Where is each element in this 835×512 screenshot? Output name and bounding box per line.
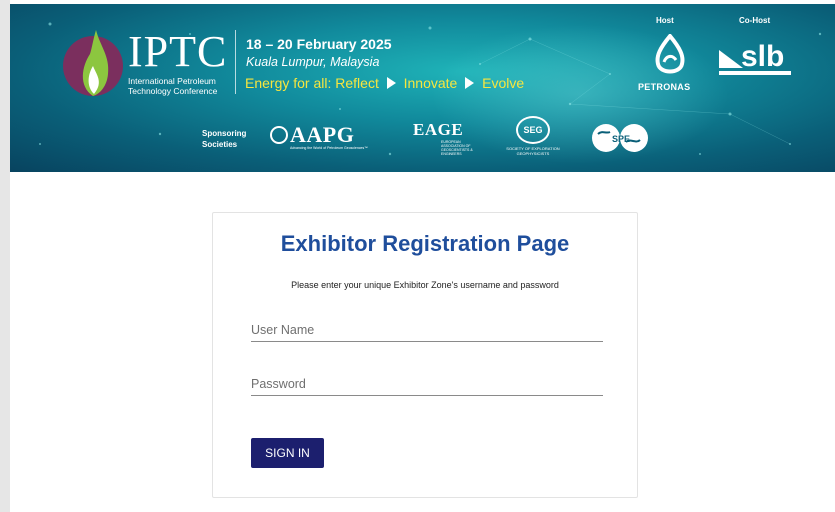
seg-name: SEG xyxy=(516,116,550,144)
event-date: 18 – 20 February 2025 xyxy=(246,36,392,52)
spe-logo: SPE xyxy=(592,124,648,152)
eage-tagline: EUROPEAN ASSOCIATION OF GEOSCIENTISTS & … xyxy=(441,140,473,156)
tagline-part-2: Innovate xyxy=(403,75,458,91)
petronas-wordmark: PETRONAS xyxy=(638,82,691,92)
spe-name: SPE xyxy=(612,134,630,144)
aapg-name: AAPG xyxy=(290,122,355,147)
aapg-tagline: Advancing the World of Petroleum Geoscie… xyxy=(290,146,368,150)
seg-tagline: SOCIETY OF EXPLORATION GEOPHYSICISTS xyxy=(506,146,560,156)
slb-wordmark: slb xyxy=(741,40,784,73)
tagline-part-3: Evolve xyxy=(482,75,525,91)
iptc-logo-subtitle: International Petroleum Technology Confe… xyxy=(128,76,218,96)
login-card: Exhibitor Registration Page Please enter… xyxy=(212,212,638,498)
iptc-flame-icon xyxy=(63,30,123,96)
petronas-logo-icon xyxy=(655,34,685,74)
username-input[interactable] xyxy=(251,318,603,342)
iptc-logo-text: IPTC xyxy=(128,27,228,76)
host-label: Host xyxy=(656,16,674,25)
event-banner: IPTC International Petroleum Technology … xyxy=(10,4,835,172)
tagline-part-1: Energy for all: Reflect xyxy=(245,75,379,91)
eage-name: EAGE xyxy=(413,120,464,139)
sign-in-button[interactable]: SIGN IN xyxy=(251,438,324,468)
seg-logo: SEG SOCIETY OF EXPLORATION GEOPHYSICISTS xyxy=(498,116,568,156)
event-tagline: Energy for all: Reflect Innovate Evolve xyxy=(245,75,524,91)
cohost-label: Co-Host xyxy=(739,16,771,25)
page-title: Exhibitor Registration Page xyxy=(280,231,570,256)
sponsoring-societies-label: Sponsoring Societies xyxy=(202,129,247,149)
slb-logo: slb xyxy=(719,40,791,75)
password-input[interactable] xyxy=(251,372,603,396)
chevron-right-icon xyxy=(386,77,396,89)
eage-logo: EAGE EUROPEAN ASSOCIATION OF GEOSCIENTIS… xyxy=(413,120,481,156)
page: IPTC International Petroleum Technology … xyxy=(10,0,835,512)
event-location: Kuala Lumpur, Malaysia xyxy=(246,55,380,69)
aapg-badge-icon xyxy=(270,126,288,144)
banner-divider xyxy=(235,30,236,94)
login-instructions: Please enter your unique Exhibitor Zone'… xyxy=(291,280,559,290)
chevron-right-icon xyxy=(465,77,475,89)
aapg-logo: AAPG Advancing the World of Petroleum Ge… xyxy=(270,122,368,150)
